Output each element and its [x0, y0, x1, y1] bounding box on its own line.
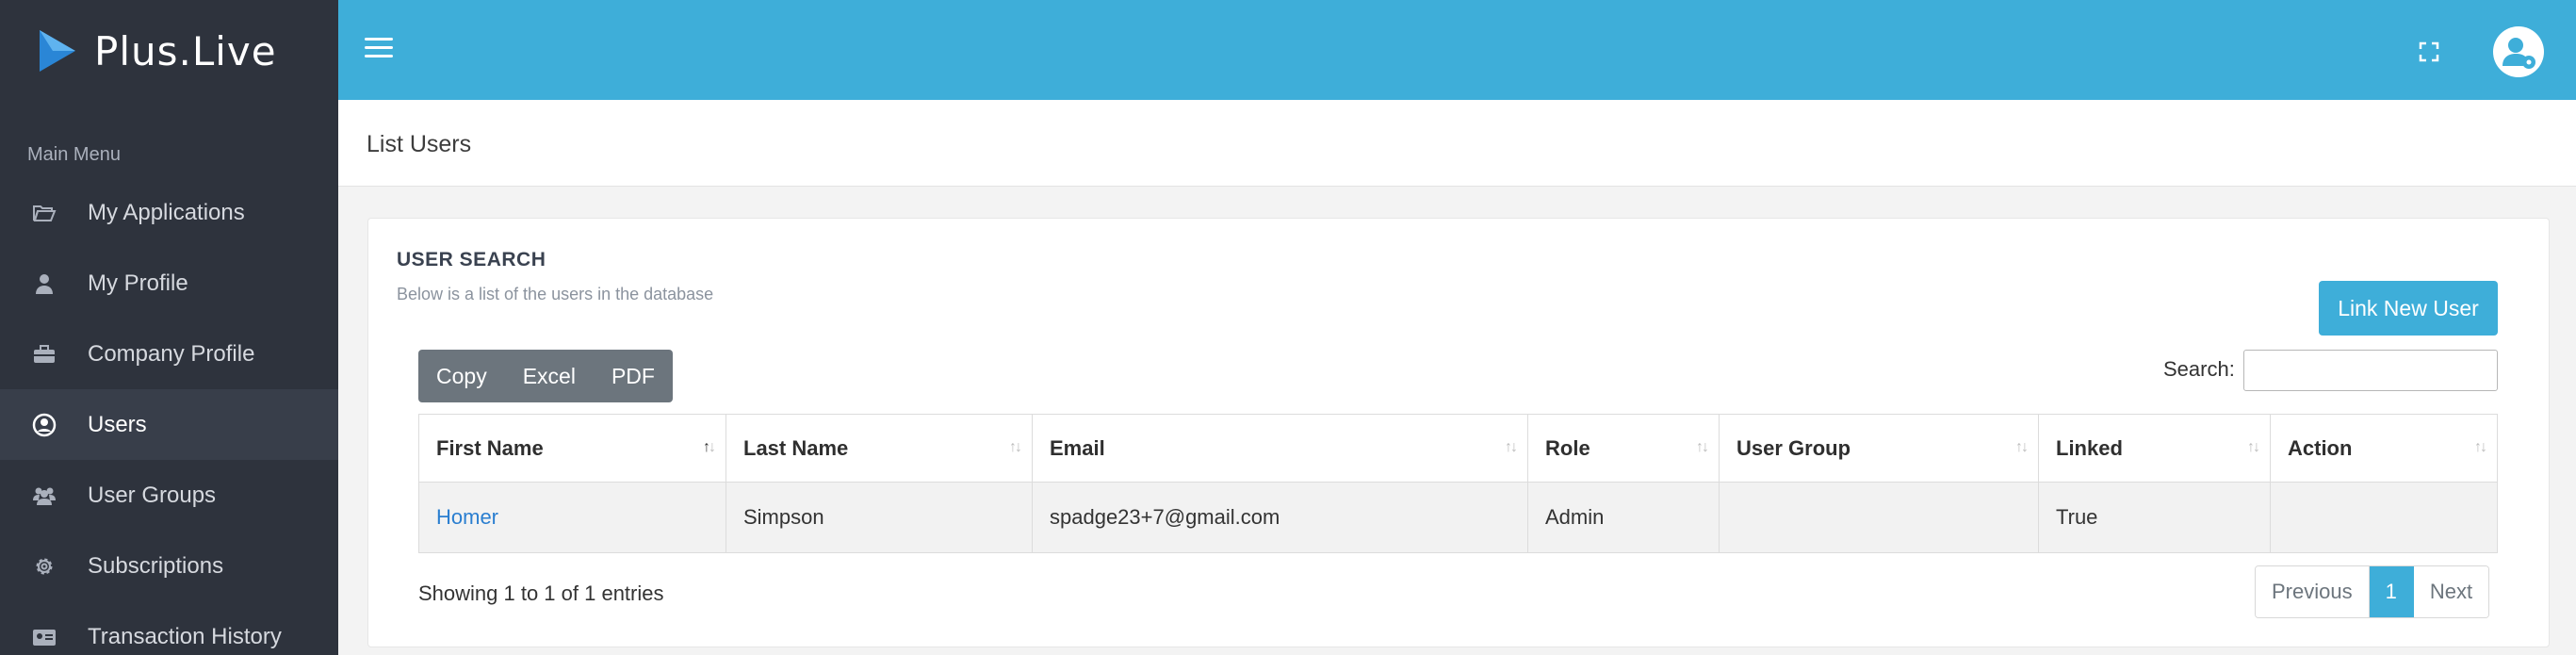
excel-button[interactable]: Excel — [505, 350, 594, 402]
user-settings-avatar-icon[interactable] — [2493, 26, 2544, 77]
briefcase-icon — [31, 341, 57, 368]
copy-button[interactable]: Copy — [418, 350, 505, 402]
brand-name: Plus.Live — [94, 27, 277, 74]
topbar — [338, 0, 2576, 100]
sidebar-item-my-profile[interactable]: My Profile — [0, 248, 338, 319]
page-1-button[interactable]: 1 — [2369, 566, 2414, 617]
user-search-card: USER SEARCH Below is a list of the users… — [367, 218, 2550, 647]
export-button-group: Copy Excel PDF — [418, 350, 673, 402]
menu-heading: Main Menu — [27, 144, 121, 165]
sort-icon: ↑↓ — [1696, 439, 1709, 455]
table-row: Homer Simpson spadge23+7@gmail.com Admin… — [419, 483, 2497, 552]
column-label: Last Name — [743, 435, 849, 460]
column-label: Linked — [2056, 435, 2123, 460]
sort-icon: ↑↓ — [2247, 439, 2260, 455]
pdf-button[interactable]: PDF — [594, 350, 673, 402]
column-header-linked[interactable]: Linked ↑↓ — [2039, 415, 2271, 482]
user-icon — [31, 270, 57, 297]
sidebar: Plus.Live Main Menu My Applications My P… — [0, 0, 338, 655]
sort-icon: ↑↓ — [703, 439, 716, 455]
play-logo-icon — [40, 30, 75, 72]
sidebar-item-subscriptions[interactable]: Subscriptions — [0, 531, 338, 601]
id-card-icon — [31, 624, 57, 650]
cell-last-name: Simpson — [726, 483, 1033, 552]
column-header-user-group[interactable]: User Group ↑↓ — [1720, 415, 2039, 482]
card-title: USER SEARCH — [397, 249, 546, 270]
sidebar-item-transaction-history[interactable]: Transaction History — [0, 601, 338, 655]
link-new-user-button[interactable]: Link New User — [2319, 281, 2498, 336]
column-header-last-name[interactable]: Last Name ↑↓ — [726, 415, 1033, 482]
brand[interactable]: Plus.Live — [0, 0, 338, 102]
search-label: Search: — [2163, 357, 2235, 381]
column-header-email[interactable]: Email ↑↓ — [1033, 415, 1528, 482]
sidebar-item-label: User Groups — [88, 482, 217, 508]
sidebar-item-user-groups[interactable]: User Groups — [0, 460, 338, 531]
column-header-first-name[interactable]: First Name ↑↓ — [419, 415, 726, 482]
sidebar-item-label: My Profile — [88, 270, 188, 296]
card-subtitle: Below is a list of the users in the data… — [397, 285, 714, 303]
users-icon — [31, 483, 57, 509]
previous-page-button[interactable]: Previous — [2256, 566, 2370, 617]
page-title: List Users — [367, 131, 472, 157]
sidebar-item-my-applications[interactable]: My Applications — [0, 177, 338, 248]
sidebar-item-label: Users — [88, 411, 147, 437]
user-link[interactable]: Homer — [436, 505, 498, 530]
column-label: First Name — [436, 435, 544, 460]
page-header: List Users — [338, 100, 2576, 187]
sort-icon: ↑↓ — [1505, 439, 1518, 455]
cell-action — [2271, 483, 2497, 552]
sidebar-item-label: Company Profile — [88, 340, 255, 367]
column-label: Email — [1050, 435, 1105, 460]
sort-icon: ↑↓ — [1009, 439, 1022, 455]
column-label: User Group — [1736, 435, 1851, 460]
folder-open-icon — [31, 200, 57, 226]
table-header: First Name ↑↓ Last Name ↑↓ Email ↑↓ Role… — [419, 415, 2497, 483]
sort-icon: ↑↓ — [2474, 439, 2487, 455]
column-header-role[interactable]: Role ↑↓ — [1528, 415, 1720, 482]
column-header-action[interactable]: Action ↑↓ — [2271, 415, 2497, 482]
pagination: Previous 1 Next — [2255, 565, 2490, 618]
gear-icon — [31, 553, 57, 580]
sidebar-item-label: My Applications — [88, 199, 245, 225]
cell-first-name: Homer — [419, 483, 726, 552]
table-info: Showing 1 to 1 of 1 entries — [418, 581, 664, 605]
fullscreen-icon[interactable] — [2419, 41, 2439, 62]
sort-icon: ↑↓ — [2015, 439, 2029, 455]
next-page-button[interactable]: Next — [2413, 566, 2489, 617]
cell-user-group — [1720, 483, 2039, 552]
sidebar-item-label: Subscriptions — [88, 552, 224, 579]
sidebar-menu: My Applications My Profile Company Profi… — [0, 177, 338, 655]
column-label: Action — [2288, 435, 2353, 460]
cell-email: spadge23+7@gmail.com — [1033, 483, 1528, 552]
cell-linked: True — [2039, 483, 2271, 552]
hamburger-menu-icon[interactable] — [365, 38, 393, 60]
sidebar-item-users[interactable]: Users — [0, 389, 338, 460]
sidebar-item-company-profile[interactable]: Company Profile — [0, 319, 338, 389]
sidebar-item-label: Transaction History — [88, 623, 282, 649]
user-circle-icon — [31, 412, 57, 438]
cell-role: Admin — [1528, 483, 1720, 552]
users-table: First Name ↑↓ Last Name ↑↓ Email ↑↓ Role… — [418, 414, 2498, 553]
column-label: Role — [1545, 435, 1590, 460]
search-input[interactable] — [2243, 350, 2498, 391]
